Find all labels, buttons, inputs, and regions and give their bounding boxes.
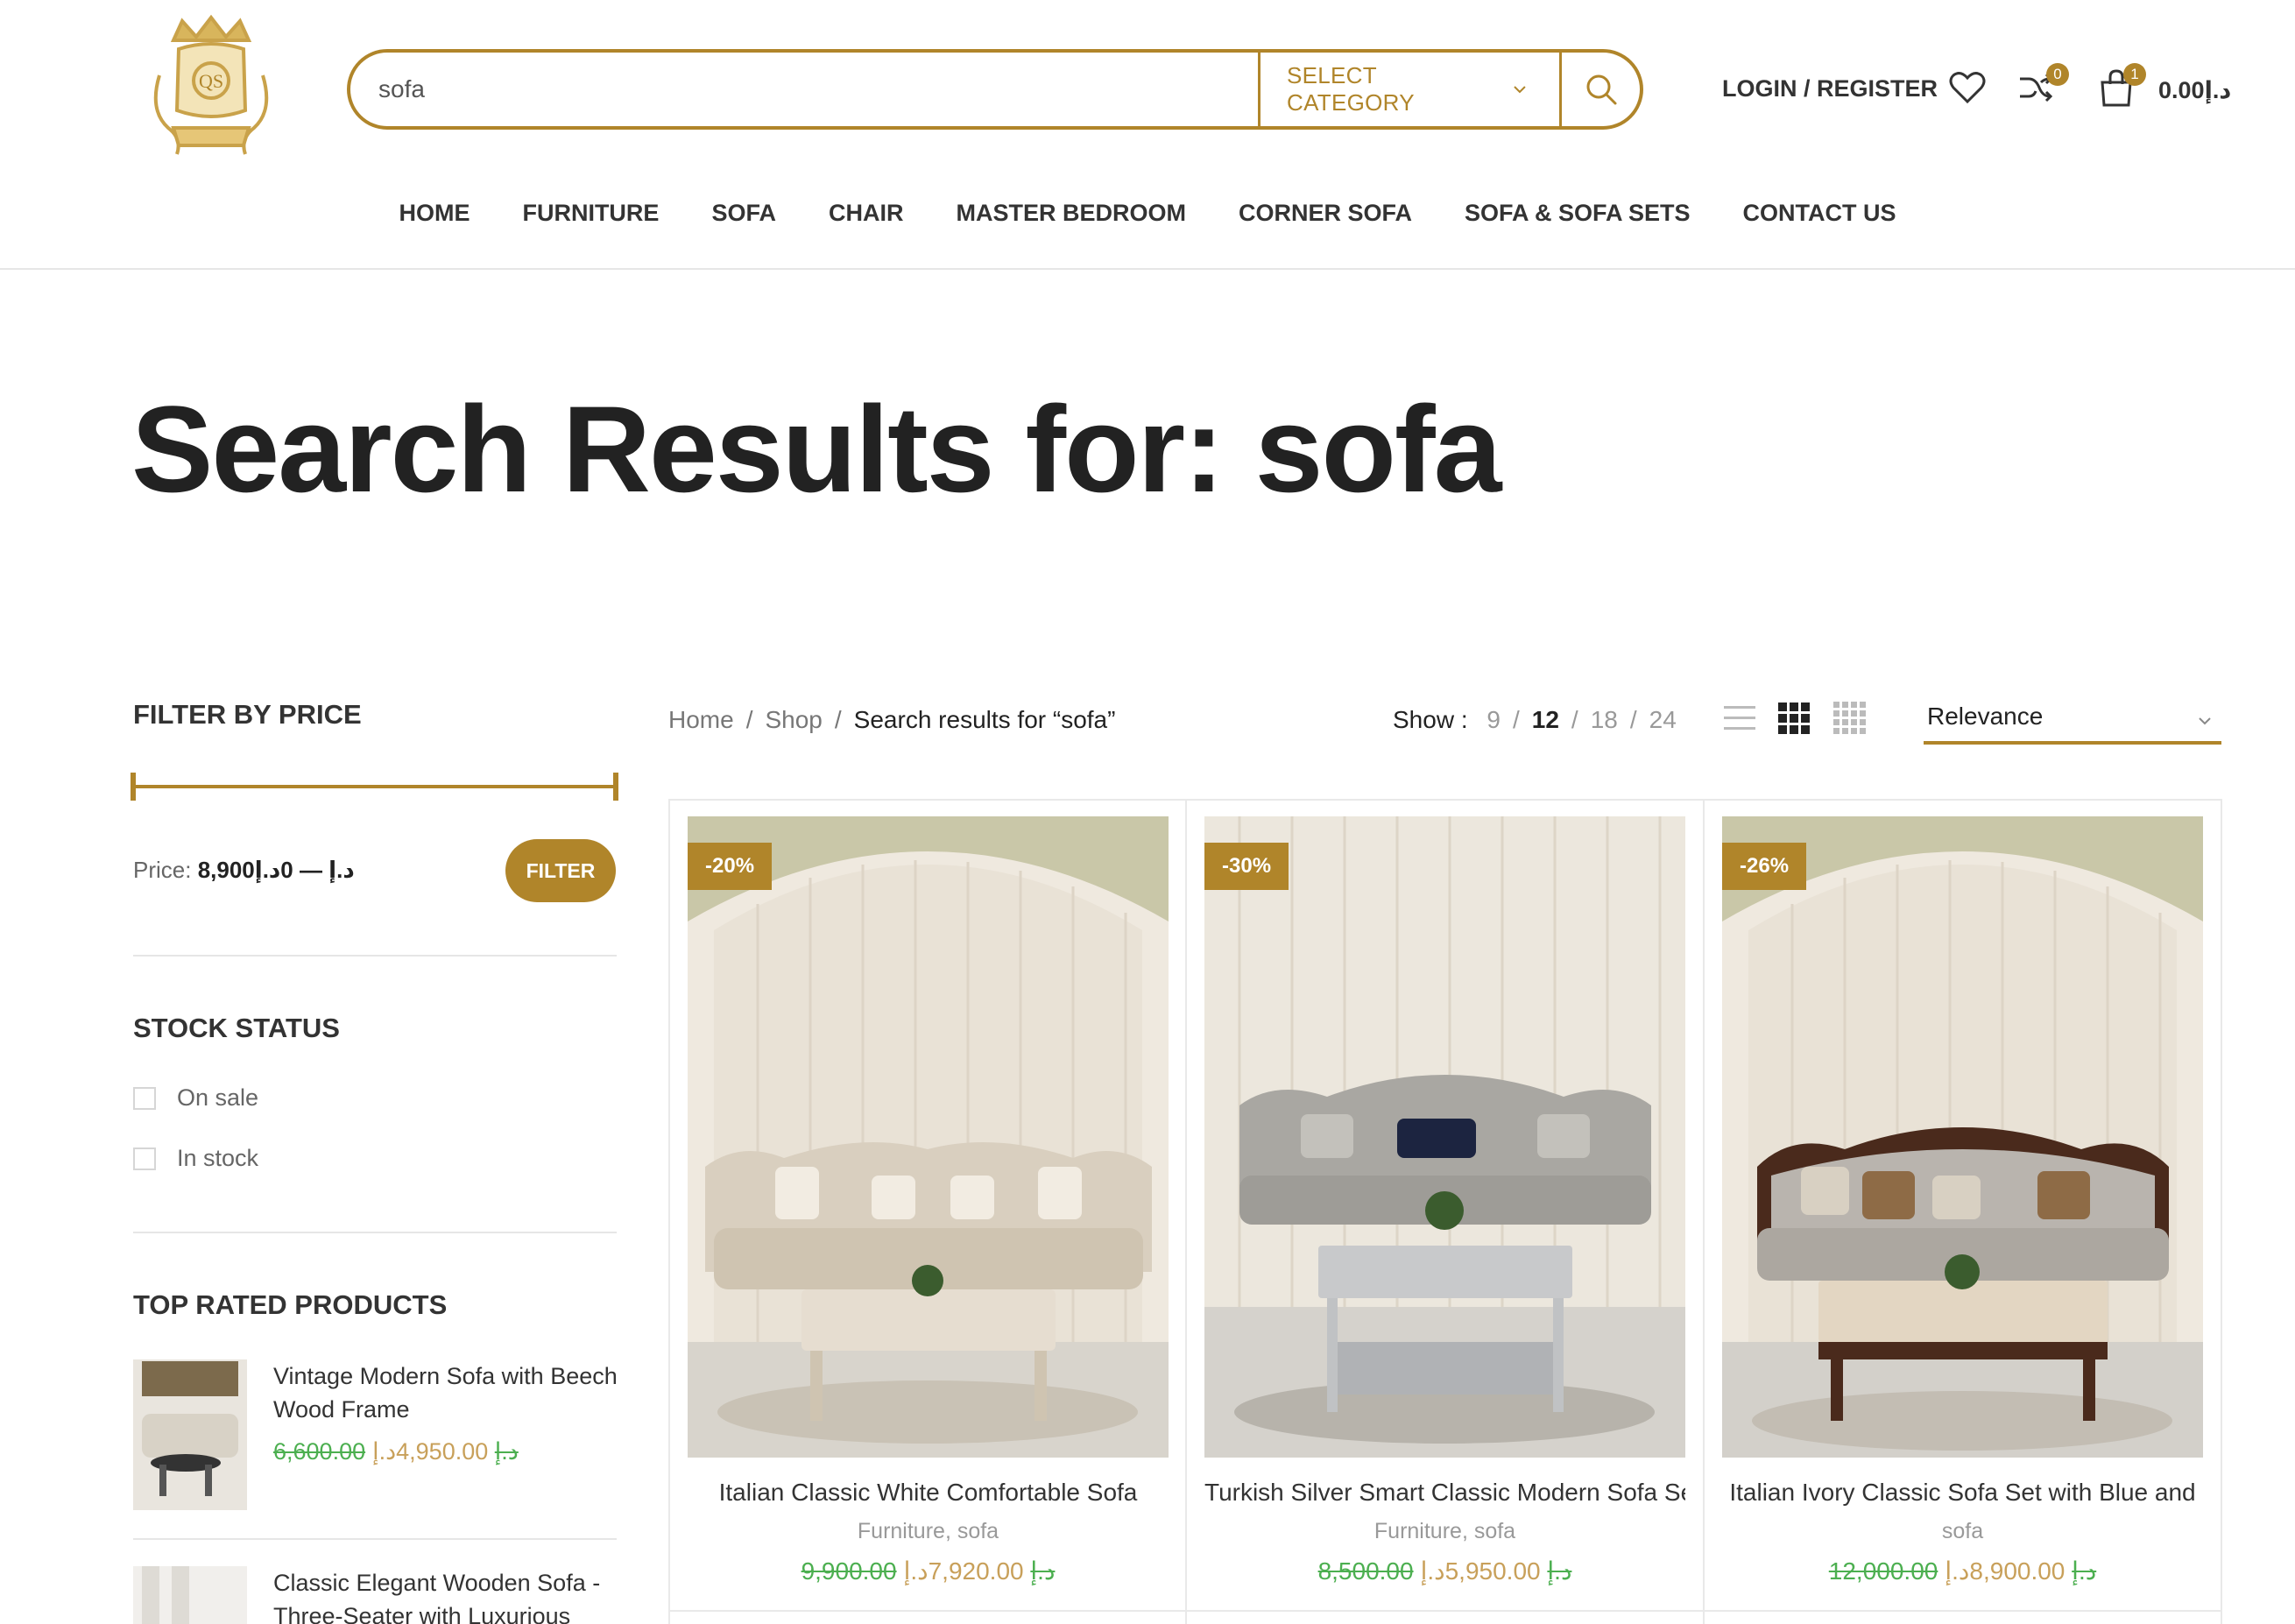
in-stock-option[interactable]: In stock — [133, 1145, 258, 1172]
price-label-text: Price: — [133, 857, 192, 883]
product-price: 9,900.00د.إ 7,920.00د.إ — [688, 1557, 1169, 1585]
per-page-12[interactable]: 12 — [1532, 706, 1559, 733]
product-image[interactable] — [1722, 816, 2203, 1458]
per-page-18[interactable]: 18 — [1591, 706, 1618, 733]
sale-price: 4,950.00د.إ — [372, 1438, 489, 1465]
compare-count-badge: 0 — [2046, 63, 2069, 86]
breadcrumb: Home / Shop / Search results for “sofa” — [668, 706, 1116, 733]
nav-furniture[interactable]: FURNITURE — [522, 200, 659, 227]
product-categories[interactable]: Furniture, sofa — [1204, 1519, 1685, 1544]
sidebar-divider — [133, 1538, 617, 1540]
top-rated-item[interactable]: Classic Elegant Wooden Sofa - Three-Seat… — [133, 1566, 624, 1624]
on-sale-option[interactable]: On sale — [133, 1084, 258, 1112]
on-sale-checkbox[interactable] — [133, 1086, 156, 1110]
breadcrumb-current: Search results for “sofa” — [853, 706, 1116, 733]
product-card[interactable]: -26% Italian Ivory Classic Sofa Set with… — [1722, 816, 2203, 1585]
product-thumbnail[interactable] — [133, 1566, 247, 1624]
sort-select[interactable]: Relevance — [1924, 694, 2221, 745]
sale-price: 7,920.00د.إ — [903, 1557, 1024, 1585]
main-nav: HOME FURNITURE SOFA CHAIR MASTER BEDROOM… — [0, 200, 2295, 227]
in-stock-label: In stock — [177, 1145, 259, 1171]
search-bar: SELECT CATEGORY — [347, 49, 1643, 130]
price-slider-track — [133, 785, 618, 788]
category-select-label: SELECT CATEGORY — [1287, 62, 1415, 116]
top-rated-info: Classic Elegant Wooden Sofa - Three-Seat… — [273, 1566, 624, 1624]
price-range-label: Price: 8,900د.إ — 0د.إ — [133, 857, 355, 884]
stock-status-title: STOCK STATUS — [133, 1013, 340, 1043]
grid-column-divider — [1703, 799, 1705, 1624]
grid-3-view-icon[interactable] — [1776, 701, 1811, 736]
login-register-link[interactable]: LOGIN / REGISTER — [1722, 75, 1938, 102]
product-categories[interactable]: sofa — [1722, 1519, 2203, 1544]
sort-select-value: Relevance — [1927, 703, 2044, 730]
nav-sofa[interactable]: SOFA — [711, 200, 776, 227]
product-categories[interactable]: Furniture, sofa — [688, 1519, 1169, 1544]
cart-total[interactable]: 0.00د.إ — [2158, 77, 2231, 104]
filter-button[interactable]: FILTER — [505, 839, 616, 902]
nav-master-bedroom[interactable]: MASTER BEDROOM — [956, 200, 1186, 227]
svg-text:QS: QS — [199, 70, 223, 92]
search-icon — [1586, 74, 1616, 105]
per-page-selector: Show : 9/12/18/24 — [1393, 706, 1677, 733]
discount-badge: -20% — [688, 843, 773, 890]
top-rated-name[interactable]: Classic Elegant Wooden Sofa - Three-Seat… — [273, 1566, 624, 1624]
nav-chair[interactable]: CHAIR — [829, 200, 904, 227]
grid-row-divider — [668, 1610, 2222, 1612]
product-title[interactable]: Turkish Silver Smart Classic Modern Sofa… — [1204, 1479, 1685, 1507]
page-title: Search Results for: sofa — [131, 380, 1501, 518]
on-sale-label: On sale — [177, 1084, 259, 1111]
discount-badge: -26% — [1722, 843, 1807, 890]
search-button[interactable] — [1559, 53, 1640, 126]
sale-price: 8,900.00د.إ — [1945, 1557, 2066, 1585]
per-page-9[interactable]: 9 — [1486, 706, 1501, 733]
nav-sofa-sets[interactable]: SOFA & SOFA SETS — [1465, 200, 1691, 227]
in-stock-checkbox[interactable] — [133, 1147, 156, 1170]
list-view-icon[interactable] — [1722, 701, 1757, 736]
price-range-value: 8,900د.إ — 0د.إ — [197, 857, 355, 883]
price-slider-min-handle[interactable] — [131, 773, 136, 801]
filter-by-price-title: FILTER BY PRICE — [133, 699, 362, 730]
breadcrumb-shop[interactable]: Shop — [765, 706, 822, 733]
top-rated-info: Vintage Modern Sofa with Beech Wood Fram… — [273, 1359, 624, 1510]
product-price: 12,000.00د.إ 8,900.00د.إ — [1722, 1557, 2203, 1585]
discount-badge: -30% — [1204, 843, 1289, 890]
chevron-down-icon — [2199, 717, 2211, 725]
sidebar-divider — [133, 1232, 617, 1233]
cart-count-badge: 1 — [2123, 63, 2146, 86]
top-rated-title: TOP RATED PRODUCTS — [133, 1289, 448, 1320]
product-image[interactable] — [688, 816, 1169, 1458]
product-title[interactable]: Italian Classic White Comfortable Sofa — [688, 1479, 1169, 1507]
top-rated-item[interactable]: Vintage Modern Sofa with Beech Wood Fram… — [133, 1359, 624, 1510]
product-card[interactable]: -20% Italian Classic White Comfortable S… — [688, 816, 1169, 1585]
chevron-down-icon — [1514, 86, 1526, 94]
top-rated-name[interactable]: Vintage Modern Sofa with Beech Wood Fram… — [273, 1359, 624, 1426]
grid-4-view-icon[interactable] — [1832, 701, 1868, 736]
header-divider — [0, 268, 2295, 270]
nav-corner-sofa[interactable]: CORNER SOFA — [1239, 200, 1412, 227]
product-price: 8,500.00د.إ 5,950.00د.إ — [1204, 1557, 1685, 1585]
sidebar-divider — [133, 955, 617, 957]
nav-contact-us[interactable]: CONTACT US — [1743, 200, 1896, 227]
show-label: Show : — [1393, 706, 1468, 733]
product-image[interactable] — [1204, 816, 1685, 1458]
sale-price: 5,950.00د.إ — [1420, 1557, 1541, 1585]
nav-home[interactable]: HOME — [399, 200, 470, 227]
wishlist-heart-icon[interactable] — [1948, 68, 1987, 107]
grid-column-divider — [1185, 799, 1187, 1624]
search-input[interactable] — [350, 53, 1258, 126]
top-rated-price: 6,600.00د.إ 4,950.00د.إ — [273, 1438, 624, 1465]
per-page-24[interactable]: 24 — [1649, 706, 1677, 733]
breadcrumb-home[interactable]: Home — [668, 706, 734, 733]
price-slider-max-handle[interactable] — [613, 773, 618, 801]
product-thumbnail[interactable] — [133, 1359, 247, 1510]
store-logo[interactable]: QS — [147, 14, 275, 165]
product-title[interactable]: Italian Ivory Classic Sofa Set with Blue… — [1722, 1479, 2203, 1507]
product-card[interactable]: -30% Turkish Silver Smart Classic Modern… — [1204, 816, 1685, 1585]
category-select[interactable]: SELECT CATEGORY — [1258, 53, 1559, 126]
